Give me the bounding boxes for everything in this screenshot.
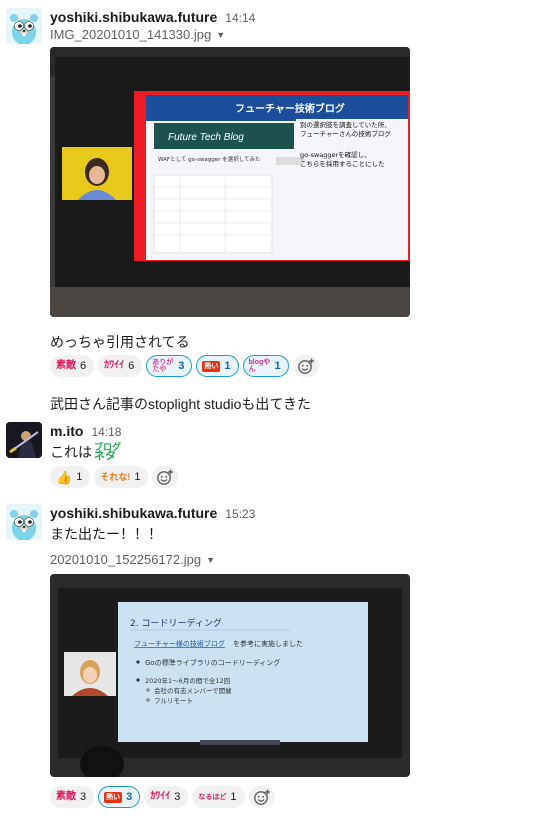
reaction-count: 1 [230, 791, 237, 803]
timestamp[interactable]: 14:14 [225, 11, 255, 25]
reaction-count: 3 [174, 791, 181, 803]
sorena-emoji-icon: それな! [100, 471, 131, 482]
reaction-arigataya[interactable]: ありがたや 3 [146, 355, 193, 377]
reaction-count: 1 [76, 471, 83, 483]
avatar-ito-icon[interactable] [6, 422, 42, 458]
add-reaction-button[interactable] [248, 786, 275, 808]
avatar-gopher-icon[interactable] [6, 504, 42, 540]
reaction-count: 1 [274, 360, 281, 372]
slide-heading: 2. コードリーディング [130, 617, 222, 629]
reaction-count: 6 [80, 360, 87, 372]
reaction-kawaii[interactable]: ｶﾜｲｲ 3 [144, 786, 189, 808]
add-reaction-button[interactable] [292, 355, 319, 377]
message-text: これは ブログ ネタ [50, 442, 121, 462]
reaction-count: 3 [178, 360, 185, 372]
reactions-bar: 👍 1 それな! 1 [50, 466, 179, 488]
slide-link: フューチャー様の技術ブログ [134, 639, 225, 648]
reaction-blog-yan[interactable]: blogやん 1 [242, 355, 289, 377]
message-1: yoshiki.shibukawa.future 14:14 IMG_20201… [0, 0, 547, 392]
photo-attachment[interactable]: フューチャー技術ブログ Future Tech Blog WAFとして go-s… [50, 47, 410, 317]
file-name[interactable]: IMG_20201010_141330.jpg ▼ [50, 27, 225, 42]
message-text: また出たー！！！ [50, 526, 162, 542]
add-reaction-icon [297, 357, 315, 375]
reaction-atsui[interactable]: 熱い 3 [98, 786, 141, 808]
avatar-image [6, 422, 42, 458]
file-name[interactable]: 20201010_152256172.jpg ▼ [50, 552, 215, 567]
reaction-sorena[interactable]: それな! 1 [94, 466, 149, 488]
file-name-label: IMG_20201010_141330.jpg [50, 27, 212, 42]
caret-down-icon[interactable]: ▼ [216, 30, 225, 40]
reaction-thumbsup[interactable]: 👍 1 [50, 466, 91, 488]
reaction-sugoi[interactable]: 素敵 3 [50, 786, 95, 808]
blog-neta-emoji-icon: ブログ ネタ [94, 443, 121, 462]
arigataya-emoji-icon: ありがたや [152, 359, 174, 373]
add-reaction-button[interactable] [152, 466, 179, 488]
message-text: めっちゃ引用されてる [50, 334, 190, 350]
reaction-atsui[interactable]: 熱い 1 [196, 355, 239, 377]
avatar-gopher-icon[interactable] [6, 8, 42, 44]
timestamp[interactable]: 14:18 [91, 425, 121, 439]
timestamp[interactable]: 15:23 [225, 507, 255, 521]
slide-heading: WAFとして go-swagger を選択してみた [158, 155, 261, 163]
slide-bullet-2: 2020年1～6月の間で全12回 [145, 676, 230, 685]
sugoi-emoji-icon: 素敵 [56, 360, 76, 371]
reaction-count: 1 [224, 360, 231, 372]
photo-attachment[interactable]: 2. コードリーディング フューチャー様の技術ブログ を参考に実施しました Go… [50, 574, 410, 777]
slide-link-suffix: を参考に実施しました [233, 639, 303, 648]
reaction-kawaii[interactable]: ｶﾜｲｲ 6 [98, 355, 143, 377]
caret-down-icon[interactable]: ▼ [206, 555, 215, 565]
atsui-emoji-icon: 熱い [202, 360, 221, 372]
blog-yan-emoji-icon: blogやん [248, 359, 271, 373]
slide-title: フューチャー技術ブログ [235, 102, 345, 115]
reaction-sugoi[interactable]: 素敵 6 [50, 355, 95, 377]
add-reaction-icon [253, 788, 271, 806]
username[interactable]: m.ito [50, 423, 83, 439]
reaction-count: 3 [80, 791, 87, 803]
kawaii-emoji-icon: ｶﾜｲｲ [150, 791, 171, 802]
slide-sub-2: フルリモート [154, 697, 193, 705]
reaction-naruhodo[interactable]: なるほど 1 [192, 786, 245, 808]
username[interactable]: yoshiki.shibukawa.future [50, 505, 217, 521]
message-text-continuation: 武田さん記事のstoplight studioも出てきた [50, 396, 311, 412]
add-reaction-icon [156, 468, 174, 486]
reaction-count: 6 [128, 360, 135, 372]
slide-bullet-1: Goの標準ライブラリのコードリーディング [145, 658, 280, 667]
atsui-emoji-icon: 熱い [104, 791, 123, 803]
file-name-label: 20201010_152256172.jpg [50, 552, 202, 567]
presentation-photo: 2. コードリーディング フューチャー様の技術ブログ を参考に実施しました Go… [50, 574, 410, 777]
slide-banner: Future Tech Blog [168, 132, 244, 143]
reactions-bar: 素敵 3 熱い 3 ｶﾜｲｲ 3 なるほど 1 [50, 786, 275, 808]
message-3: m.ito 14:18 これは ブログ ネタ 👍 1 それな! 1 [0, 420, 547, 492]
blog-neta-emoji-bottom: ネタ [94, 450, 116, 462]
message-4: yoshiki.shibukawa.future 15:23 また出たー！！！ … [0, 500, 547, 818]
slide-sub-1: 会社の有志メンバーで開催 [154, 686, 232, 695]
username[interactable]: yoshiki.shibukawa.future [50, 9, 217, 25]
message-text-body: これは [50, 444, 92, 460]
sugoi-emoji-icon: 素敵 [56, 791, 76, 802]
presentation-photo: フューチャー技術ブログ Future Tech Blog WAFとして go-s… [50, 47, 410, 317]
kawaii-emoji-icon: ｶﾜｲｲ [104, 360, 125, 371]
thumbsup-icon: 👍 [56, 469, 73, 485]
naruhodo-emoji-icon: なるほど [198, 793, 227, 801]
reactions-bar: 素敵 6 ｶﾜｲｲ 6 ありがたや 3 熱い 1 blogやん 1 [50, 355, 319, 377]
reaction-count: 3 [126, 791, 133, 803]
reaction-count: 1 [134, 471, 141, 483]
